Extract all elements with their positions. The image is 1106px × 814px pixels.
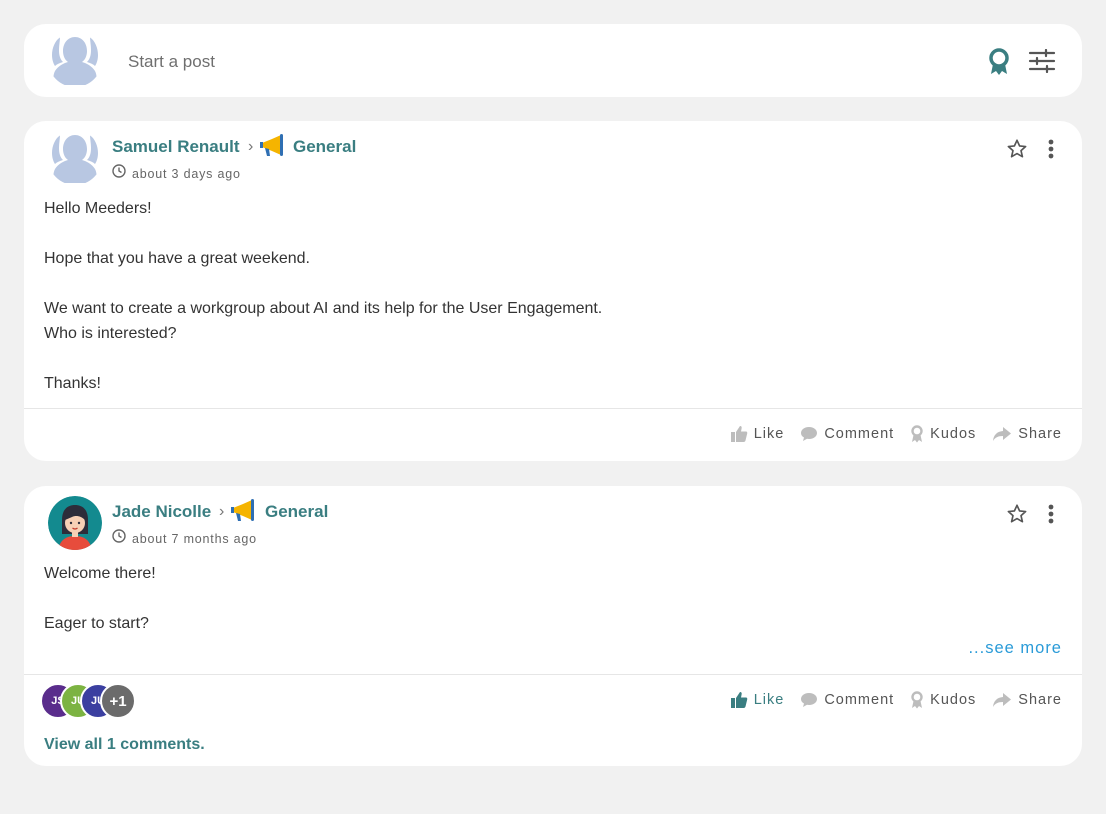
space-link[interactable]: General bbox=[265, 502, 328, 522]
kudos-button[interactable]: Kudos bbox=[910, 691, 976, 709]
share-button[interactable]: Share bbox=[992, 426, 1062, 442]
post-content: Welcome there! Eager to start? bbox=[44, 561, 156, 636]
post-line: We want to create a workgroup about AI a… bbox=[44, 300, 603, 317]
kudos-ribbon-icon[interactable] bbox=[986, 48, 1012, 76]
kudos-label: Kudos bbox=[930, 692, 977, 708]
comment-button[interactable]: Comment bbox=[800, 692, 894, 708]
author-name[interactable]: Jade Nicolle bbox=[112, 502, 211, 522]
start-post-input[interactable]: Start a post bbox=[128, 52, 215, 72]
post-timestamp: about 7 months ago bbox=[112, 529, 257, 548]
thumbs-up-icon bbox=[730, 691, 748, 709]
author-name[interactable]: Samuel Renault bbox=[112, 137, 240, 157]
share-arrow-icon bbox=[992, 426, 1012, 442]
megaphone-icon bbox=[259, 134, 285, 158]
time-text: about 7 months ago bbox=[132, 531, 257, 546]
current-user-avatar[interactable] bbox=[48, 33, 102, 87]
kudos-button[interactable]: Kudos bbox=[910, 425, 976, 443]
kudos-ribbon-icon bbox=[910, 425, 924, 443]
clock-icon bbox=[112, 164, 126, 183]
like-button[interactable]: Like bbox=[730, 691, 785, 709]
more-options-icon[interactable] bbox=[1044, 138, 1058, 160]
kudos-label: Kudos bbox=[930, 426, 977, 442]
sliders-icon[interactable] bbox=[1028, 48, 1056, 74]
divider bbox=[24, 408, 1082, 409]
like-label: Like bbox=[753, 692, 785, 708]
more-reactors-badge[interactable]: +1 bbox=[100, 683, 136, 719]
comment-icon bbox=[800, 426, 818, 442]
space-link[interactable]: General bbox=[293, 137, 356, 157]
comment-label: Comment bbox=[824, 692, 895, 708]
thumbs-up-icon bbox=[730, 425, 748, 443]
favorite-star-icon[interactable] bbox=[1006, 503, 1028, 525]
share-label: Share bbox=[1018, 426, 1062, 442]
share-arrow-icon bbox=[992, 692, 1012, 708]
comment-icon bbox=[800, 692, 818, 708]
favorite-star-icon[interactable] bbox=[1006, 138, 1028, 160]
post-content: Hello Meeders! Hope that you have a grea… bbox=[44, 196, 602, 396]
clock-icon bbox=[112, 529, 126, 548]
like-button[interactable]: Like bbox=[730, 425, 785, 443]
post-timestamp: about 3 days ago bbox=[112, 164, 241, 183]
view-comments-link[interactable]: View all 1 comments. bbox=[44, 736, 205, 754]
share-label: Share bbox=[1018, 692, 1062, 708]
post-line: Who is interested? bbox=[44, 325, 177, 342]
time-text: about 3 days ago bbox=[132, 166, 241, 181]
divider bbox=[24, 674, 1082, 675]
activity-post: Samuel Renault › General about 3 days ag… bbox=[24, 121, 1082, 461]
post-line: Hello Meeders! bbox=[44, 200, 152, 217]
post-line: Eager to start? bbox=[44, 615, 149, 632]
comment-button[interactable]: Comment bbox=[800, 426, 894, 442]
post-line: Hope that you have a great weekend. bbox=[44, 250, 310, 267]
author-avatar[interactable] bbox=[48, 496, 102, 550]
comment-label: Comment bbox=[824, 426, 895, 442]
like-label: Like bbox=[753, 426, 785, 442]
post-line: Welcome there! bbox=[44, 565, 156, 582]
activity-post: Jade Nicolle › General about 7 months ag… bbox=[24, 486, 1082, 766]
post-line: Thanks! bbox=[44, 375, 101, 392]
post-actions: Like Comment Kudos Share bbox=[730, 691, 1062, 709]
megaphone-icon bbox=[230, 499, 256, 523]
see-more-link[interactable]: ...see more bbox=[968, 639, 1062, 658]
post-composer: Start a post bbox=[24, 24, 1082, 97]
share-button[interactable]: Share bbox=[992, 692, 1062, 708]
reactors-avatars: JS JU JU +1 bbox=[40, 683, 150, 719]
kudos-ribbon-icon bbox=[910, 691, 924, 709]
breadcrumb-separator: › bbox=[248, 138, 254, 155]
breadcrumb-separator: › bbox=[219, 503, 225, 520]
author-avatar[interactable] bbox=[48, 131, 102, 185]
more-options-icon[interactable] bbox=[1044, 503, 1058, 525]
post-actions: Like Comment Kudos Share bbox=[730, 425, 1062, 443]
